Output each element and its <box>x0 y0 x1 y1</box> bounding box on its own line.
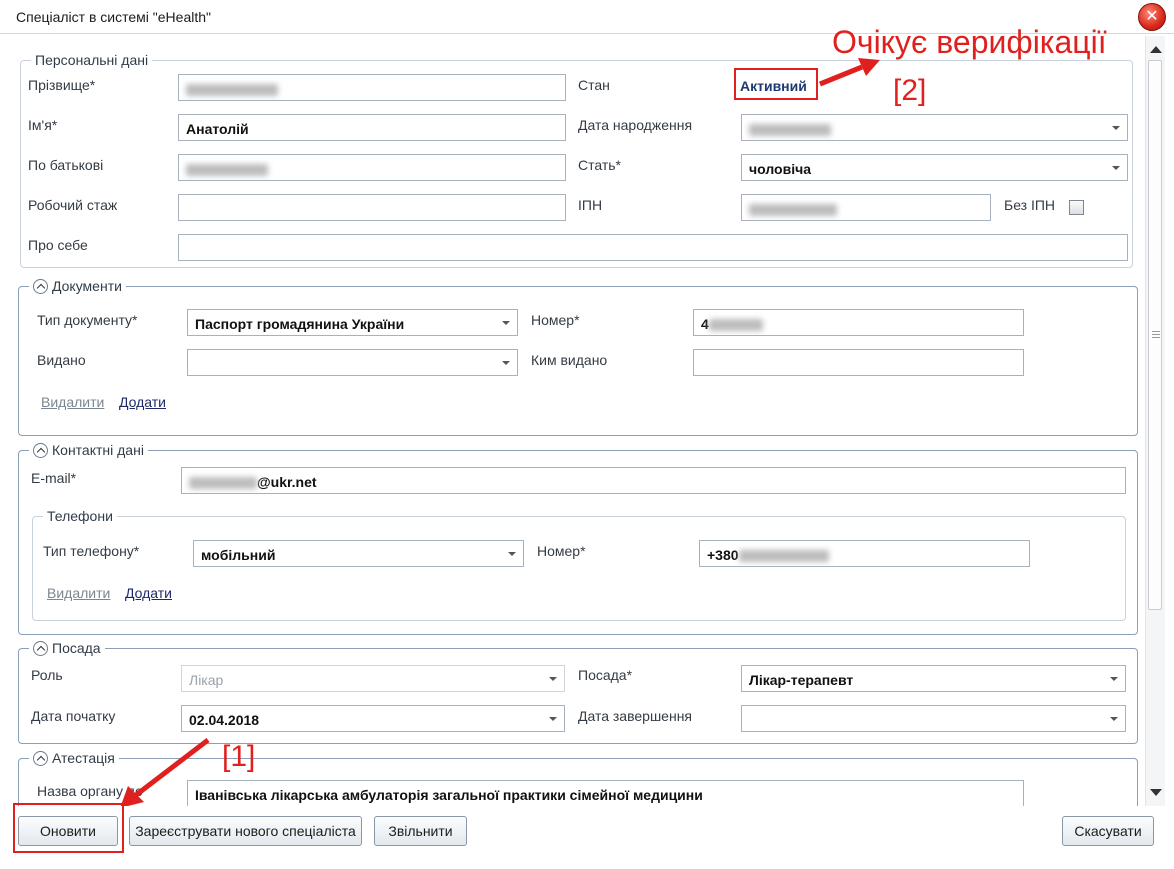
phones-group: Телефони <box>32 508 1126 621</box>
scroll-up-icon[interactable] <box>1150 46 1162 53</box>
patronymic-label: По батькові <box>28 157 104 173</box>
issued-date-picker[interactable] <box>187 349 518 376</box>
collapse-documents-icon[interactable] <box>33 278 48 294</box>
gender-select[interactable]: чоловіча <box>741 154 1128 181</box>
bottom-button-bar: Оновити Зареєструвати нового спеціаліста… <box>0 806 1174 869</box>
status-highlight-box <box>734 68 818 100</box>
phone-type-label: Тип телефону* <box>43 543 140 559</box>
org-name-field[interactable]: Іванівська лікарська амбулаторія загальн… <box>187 780 1024 806</box>
role-select: Лікар <box>181 665 565 692</box>
collapse-contacts-icon[interactable] <box>33 442 48 458</box>
about-label: Про себе <box>28 237 88 253</box>
about-field[interactable] <box>178 234 1128 261</box>
register-specialist-button[interactable]: Зареєструвати нового спеціаліста <box>129 816 362 846</box>
start-date-picker[interactable]: 02.04.2018 <box>181 705 565 732</box>
delete-phone-link[interactable]: Видалити <box>47 585 110 601</box>
end-date-picker[interactable] <box>741 705 1126 732</box>
update-highlight-box <box>13 803 124 853</box>
documents-legend: Документи <box>29 278 126 294</box>
experience-field[interactable] <box>178 194 566 221</box>
phone-number-label: Номер* <box>537 543 586 559</box>
awaiting-verification-annotation: Очікує верифікації <box>832 24 1107 60</box>
marker-2-annotation: [2] <box>893 74 927 107</box>
position-legend: Посада <box>29 640 105 656</box>
phones-legend: Телефони <box>43 508 117 524</box>
start-date-label: Дата початку <box>31 708 116 724</box>
close-icon[interactable]: ✕ <box>1138 3 1166 31</box>
surname-label: Прізвище* <box>28 77 96 93</box>
birthdate-label: Дата народження <box>578 117 693 133</box>
name-label: Ім'я* <box>28 117 58 133</box>
add-document-link[interactable]: Додати <box>119 394 166 410</box>
org-name-label: Назва органу до <box>37 783 143 799</box>
email-label: E-mail* <box>31 470 77 486</box>
phone-number-field[interactable]: +380 <box>699 540 1030 567</box>
role-label: Роль <box>31 667 63 683</box>
attestation-legend: Атестація <box>29 750 119 766</box>
doc-type-select[interactable]: Паспорт громадянина України <box>187 309 518 336</box>
surname-field[interactable] <box>178 74 566 101</box>
window-title: Спеціаліст в системі "eHealth" <box>16 9 211 25</box>
gender-label: Стать* <box>578 157 621 173</box>
doc-number-label: Номер* <box>531 312 580 328</box>
end-date-label: Дата завершення <box>578 708 693 724</box>
grip-icon <box>1152 331 1160 338</box>
vertical-scrollbar[interactable] <box>1145 36 1165 806</box>
no-ipn-label: Без ІПН <box>1004 197 1056 213</box>
phone-type-select[interactable]: мобільний <box>193 540 524 567</box>
add-phone-link[interactable]: Додати <box>125 585 172 601</box>
scroll-thumb[interactable] <box>1148 60 1162 610</box>
doc-number-field[interactable]: 4 <box>693 309 1024 336</box>
issued-by-label: Ким видано <box>531 352 608 368</box>
scroll-down-icon[interactable] <box>1150 789 1162 796</box>
name-field[interactable]: Анатолій <box>178 114 566 141</box>
doc-type-label: Тип документу* <box>37 312 138 328</box>
status-label: Стан <box>578 77 610 93</box>
no-ipn-checkbox[interactable] <box>1069 200 1084 215</box>
dismiss-button[interactable]: Звільнити <box>374 816 467 846</box>
delete-document-link[interactable]: Видалити <box>41 394 104 410</box>
ipn-label: ІПН <box>578 197 603 213</box>
cancel-button[interactable]: Скасувати <box>1062 816 1154 846</box>
patronymic-field[interactable] <box>178 154 566 181</box>
form-content: Персональні дані Прізвище* Стан Активний… <box>8 36 1145 806</box>
ipn-field[interactable] <box>741 194 991 221</box>
position-label: Посада* <box>578 667 633 683</box>
issued-label: Видано <box>37 352 86 368</box>
collapse-attestation-icon[interactable] <box>33 750 48 766</box>
position-select[interactable]: Лікар-терапевт <box>741 665 1126 692</box>
issued-by-field[interactable] <box>693 349 1024 376</box>
experience-label: Робочий стаж <box>28 197 118 213</box>
marker-1-annotation: [1] <box>222 740 256 773</box>
collapse-position-icon[interactable] <box>33 640 48 656</box>
contacts-legend: Контактні дані <box>29 442 148 458</box>
email-field[interactable]: @ukr.net <box>181 467 1126 494</box>
birthdate-picker[interactable] <box>741 114 1128 141</box>
personal-data-legend: Персональні дані <box>31 52 153 68</box>
